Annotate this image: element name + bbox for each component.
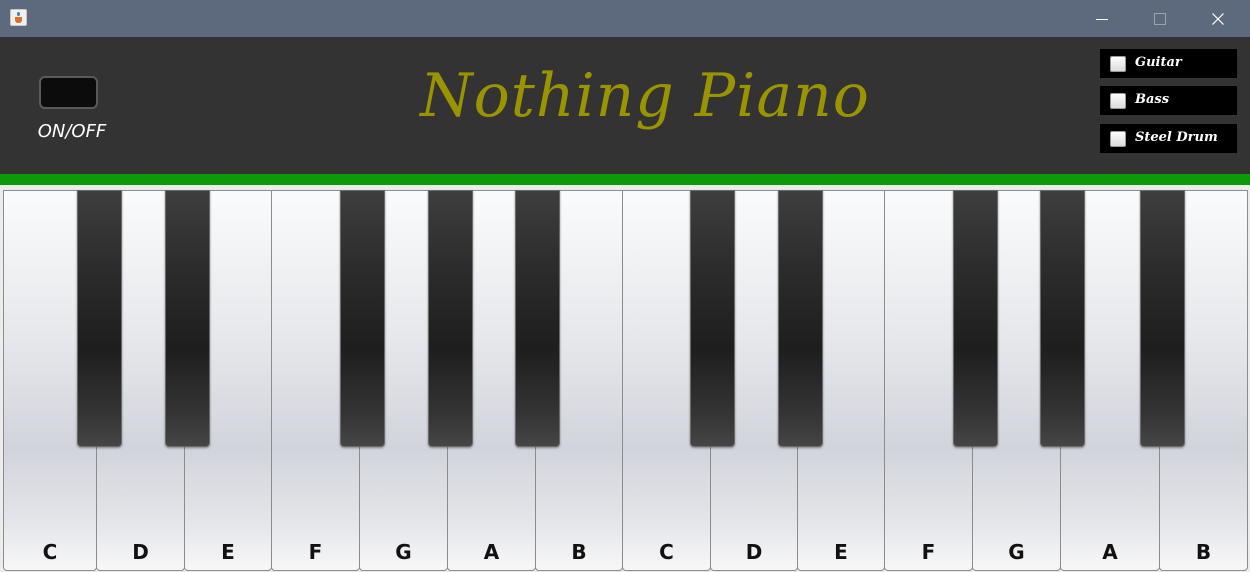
key-label: A — [483, 540, 500, 564]
black-key[interactable] — [428, 190, 473, 447]
black-key[interactable] — [165, 190, 210, 447]
guitar-checkbox[interactable]: Guitar — [1100, 49, 1237, 78]
header-panel: ON/OFF Nothing Piano Guitar Bass Steel D… — [0, 37, 1250, 174]
power-label: ON/OFF — [37, 121, 107, 142]
key-label: D — [132, 540, 149, 564]
steel-drum-checkbox[interactable]: Steel Drum — [1100, 124, 1237, 153]
close-button[interactable] — [1189, 0, 1247, 37]
minimize-button[interactable] — [1073, 0, 1131, 37]
key-label: F — [308, 540, 323, 564]
checkbox-icon — [1110, 131, 1126, 147]
maximize-icon — [1154, 12, 1166, 25]
key-label: A — [1102, 540, 1118, 564]
key-label: G — [395, 540, 412, 564]
app-title: Nothing Piano — [420, 61, 870, 131]
key-label: B — [1195, 540, 1212, 564]
key-label: E — [834, 540, 848, 564]
key-label: D — [745, 540, 763, 564]
key-label: E — [221, 540, 235, 564]
key-label: G — [1008, 540, 1025, 564]
java-app-icon — [10, 9, 27, 26]
key-label: C — [659, 540, 674, 564]
black-key[interactable] — [953, 190, 998, 447]
black-key[interactable] — [1040, 190, 1085, 447]
steel-drum-label: Steel Drum — [1135, 130, 1218, 145]
black-key[interactable] — [1140, 190, 1185, 447]
black-key[interactable] — [515, 190, 560, 447]
close-icon — [1212, 12, 1224, 25]
guitar-label: Guitar — [1135, 55, 1182, 70]
bass-label: Bass — [1135, 92, 1170, 107]
bass-checkbox[interactable]: Bass — [1100, 86, 1237, 115]
key-label: F — [921, 540, 936, 564]
black-key[interactable] — [690, 190, 735, 447]
accent-stripe — [0, 174, 1250, 185]
black-key[interactable] — [340, 190, 385, 447]
checkbox-icon — [1110, 93, 1126, 109]
black-key[interactable] — [778, 190, 823, 447]
key-label: B — [571, 540, 587, 564]
checkbox-icon — [1110, 56, 1126, 72]
minimize-icon — [1096, 18, 1108, 20]
piano-keyboard: C D E F G A B C D E F G A B — [0, 185, 1250, 572]
power-toggle-button[interactable] — [39, 76, 98, 109]
black-key[interactable] — [77, 190, 122, 447]
key-label: C — [42, 540, 58, 564]
title-bar[interactable] — [0, 0, 1250, 37]
maximize-button[interactable] — [1131, 0, 1189, 37]
piano-window: ON/OFF Nothing Piano Guitar Bass Steel D… — [0, 0, 1250, 572]
